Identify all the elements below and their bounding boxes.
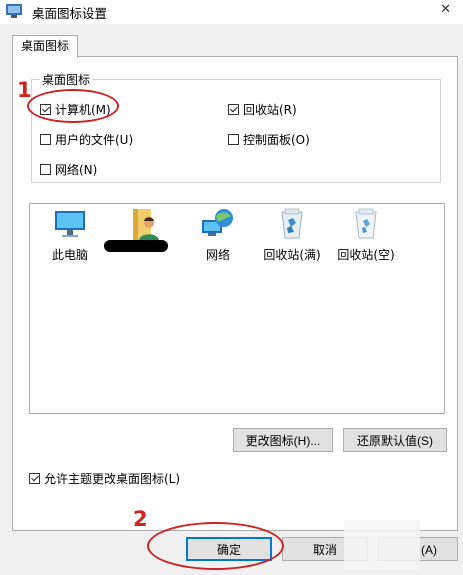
checkbox-label: 用户的文件(U) (55, 133, 134, 147)
tab-desktop-icons[interactable]: 桌面图标 (12, 35, 78, 58)
checkbox-label: 回收站(R) (243, 103, 297, 117)
checkbox-box[interactable] (228, 104, 239, 115)
recycle-bin-full-icon (281, 208, 303, 239)
group-legend: 桌面图标 (40, 71, 93, 88)
window-title: 桌面图标设置 (32, 6, 108, 21)
icon-item-recycle-bin-empty[interactable]: 回收站(空) (334, 208, 398, 263)
checkbox-box[interactable] (228, 134, 239, 145)
annotation-step-1: 1 (17, 78, 32, 102)
icon-item-network[interactable]: 网络 (186, 208, 250, 263)
title-bar: 桌面图标设置 ✕ (0, 0, 463, 24)
checkbox-user-files[interactable]: 用户的文件(U) (40, 131, 133, 148)
change-icon-button[interactable]: 更改图标(H)... (233, 428, 333, 452)
tab-panel: 桌面图标 计算机(M) 回收站(R) 用户的文件(U) 控制面板(O) 网络(N… (12, 56, 458, 531)
annotation-step-2: 2 (133, 507, 148, 531)
icon-label: 回收站(空) (337, 248, 395, 262)
icon-label: 此电脑 (51, 248, 88, 262)
icon-preview-list[interactable]: 此电脑 网络 回收站(满) 回收站(空) (29, 203, 445, 414)
desktop-settings-icon (6, 4, 22, 18)
restore-default-button[interactable]: 还原默认值(S) (343, 428, 447, 452)
icon-label: 网络 (205, 248, 230, 262)
recycle-bin-empty-icon (355, 208, 377, 239)
checkbox-box[interactable] (29, 473, 40, 484)
checkbox-box[interactable] (40, 164, 51, 175)
annotation-circle-1 (27, 89, 119, 123)
watermark-blur (344, 520, 420, 570)
user-folder-icon (133, 209, 159, 241)
icon-item-recycle-bin-full[interactable]: 回收站(满) (260, 208, 324, 263)
network-icon (202, 209, 233, 236)
checkbox-recycle-bin[interactable]: 回收站(R) (228, 101, 297, 118)
icon-label: 回收站(满) (263, 248, 321, 262)
checkbox-label: 允许主题更改桌面图标(L) (44, 472, 181, 486)
computer-icon (55, 211, 85, 237)
checkbox-label: 控制面板(O) (243, 133, 310, 147)
annotation-circle-2 (147, 522, 284, 570)
checkbox-box[interactable] (40, 134, 51, 145)
close-icon[interactable]: ✕ (440, 2, 451, 17)
checkbox-label: 网络(N) (55, 163, 98, 177)
checkbox-control-panel[interactable]: 控制面板(O) (228, 131, 310, 148)
checkbox-network[interactable]: 网络(N) (40, 161, 97, 178)
redaction-mark (104, 240, 168, 252)
icon-item-this-pc[interactable]: 此电脑 (38, 208, 102, 263)
checkbox-allow-theme[interactable]: 允许主题更改桌面图标(L) (29, 470, 180, 487)
